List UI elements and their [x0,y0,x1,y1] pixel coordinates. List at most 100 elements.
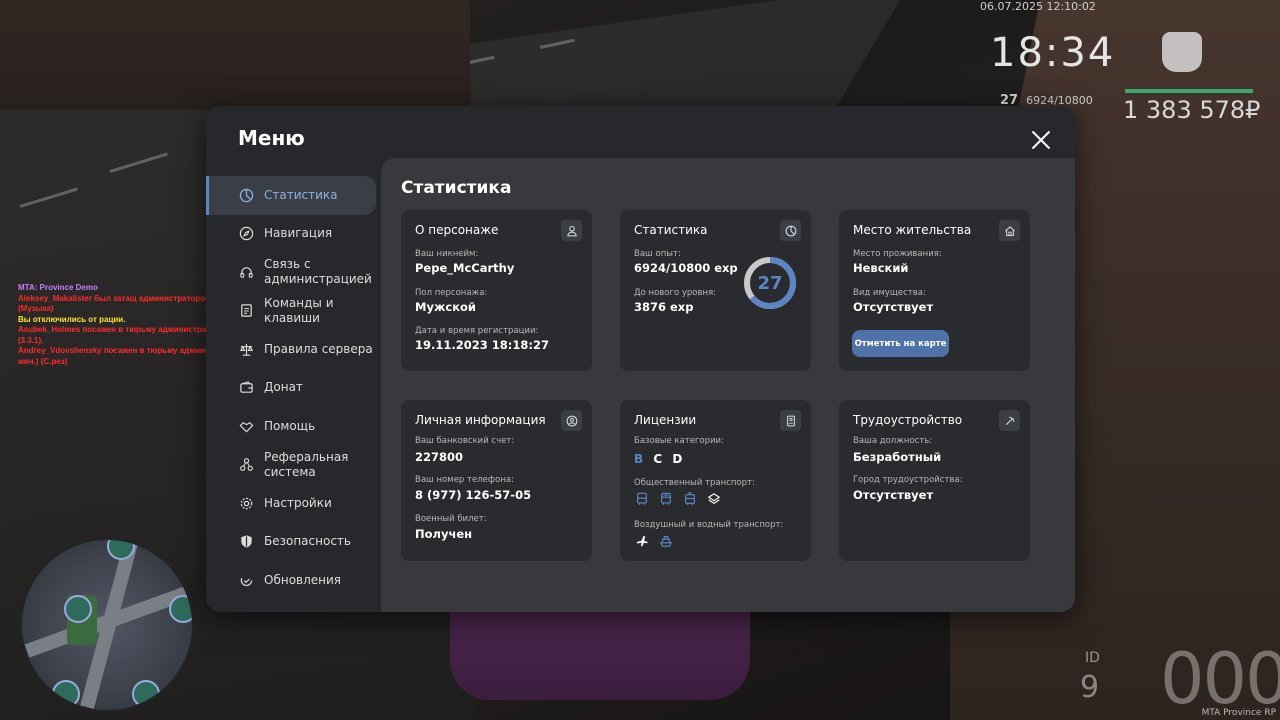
field-label: До нового уровня: [634,288,717,298]
card-character: О персонаже Ваш никнейм: Pepe_McCarthy П… [401,210,592,371]
close-icon[interactable] [1027,126,1055,154]
boat-icon [658,533,673,548]
sidebar-item-label: Помощь [264,418,316,433]
handshake-icon [238,418,254,434]
field-label: Общественный транспорт: [634,478,755,488]
field-label: Военный билет: [415,514,487,524]
field-label: Базовые категории: [634,436,724,446]
user-icon [561,220,582,241]
registration-value: 19.11.2023 18:18:27 [415,338,549,352]
gear-icon [238,495,254,511]
nickname-value: Pepe_McCarthy [415,261,515,275]
referral-icon [238,457,254,473]
job-position-value: Безработный [853,450,942,464]
sidebar-item-help[interactable]: Помощь [206,407,376,446]
taxi-icon [706,491,721,506]
chart-pie-icon [238,187,254,203]
field-label: Вид имущества: [853,288,926,298]
license-category-d: D [672,452,683,466]
chart-pie-icon [780,220,801,241]
card-stats: Статистика Ваш опыт: 6924/10800 exp До н… [620,210,811,371]
field-label: Дата и время регистрации: [415,326,539,336]
license-categories: B C D [634,452,688,466]
sidebar-item-label: Команды и клавиши [264,295,334,325]
refresh-check-icon [238,572,254,588]
hud-fuel: 9 [1080,670,1100,705]
card-title: О персонаже [415,223,499,237]
sidebar-item-label: Реферальная система [264,449,349,479]
bank-account-value: 227800 [415,450,464,464]
sidebar-item-label: Безопасность [264,534,351,549]
bank-icon [52,680,80,708]
card-title: Статистика [634,223,708,237]
lock-icon [169,595,192,623]
phone-value: 8 (977) 126-57-05 [415,488,532,502]
tram-icon [682,491,697,506]
military-id-value: Получен [415,527,473,541]
sidebar-item-label: Обновления [264,572,342,587]
card-title: Личная информация [415,413,546,427]
hud-money: 1 383 578₽ [1123,96,1261,124]
document-icon [238,303,254,319]
sidebar-item-settings[interactable]: Настройки [206,484,376,523]
job-city-value: Отсутствует [853,488,934,502]
field-label: Ваш никнейм: [415,249,479,259]
plane-icon [634,533,649,548]
sidebar-item-label: Статистика [264,187,338,202]
shield-icon [238,534,254,550]
field-label: Ваш номер телефона: [415,475,514,485]
section-title: Статистика [401,178,512,198]
hud-id: ID [1085,650,1100,666]
wallet-icon [238,380,254,396]
bus-icon [634,491,649,506]
sidebar-item-label: Связь с администрацией [264,257,372,287]
bus-icon [658,491,673,506]
card-title: Трудоустройство [853,413,963,427]
sidebar-item-label: Навигация [264,226,333,241]
modal-title: Меню [238,126,305,150]
watermark: MTA Province RP [1201,708,1276,718]
field-label: Ваш банковский счет: [415,436,515,446]
sidebar-item-label: Настройки [264,495,332,510]
sidebar-item-label: Донат [264,380,303,395]
sidebar-item-security[interactable]: Безопасность [206,523,376,562]
menu-modal: Меню Статистика Навигация Связь с админи… [206,106,1075,612]
sidebar-item-rules[interactable]: Правила сервера [206,330,376,369]
home-icon [999,220,1020,241]
headset-icon [238,264,254,280]
compass-icon [238,226,254,242]
sidebar-item-referral[interactable]: Реферальная система [206,446,376,485]
next-level-value: 3876 exp [634,300,694,314]
exp-value: 6924/10800 exp [634,261,738,275]
sidebar: Статистика Навигация Связь с администрац… [206,176,376,600]
license-category-b: B [634,452,644,466]
field-label: Место проживания: [853,249,942,259]
scales-icon [238,341,254,357]
residence-value: Невский [853,261,909,275]
air-water-transport-icons [634,533,673,548]
id-circle-icon [561,410,582,431]
property-value: Отсутствует [853,300,934,314]
card-employment: Трудоустройство Ваша должность: Безработ… [839,400,1030,561]
field-label: Город трудоустройства: [853,475,963,485]
level-number: 27 [757,272,783,294]
sidebar-item-commands[interactable]: Команды и клавиши [206,292,376,331]
public-transport-icons [634,491,721,506]
sidebar-item-label: Правила сервера [264,341,373,356]
card-title: Лицензии [634,413,697,427]
card-title: Место жительства [853,223,972,237]
car-service-icon [132,680,160,708]
minimap [20,538,194,712]
content-panel: Статистика О персонаже Ваш никнейм: Pepe… [381,158,1075,612]
mark-on-map-button[interactable]: Отметить на карте [852,330,949,357]
hud-date: 06.07.2025 12:10:02 [980,0,1096,13]
sidebar-item-stats[interactable]: Статистика [206,176,376,215]
sidebar-item-donate[interactable]: Донат [206,369,376,408]
field-label: Воздушный и водный транспорт: [634,520,784,530]
house-icon [64,595,92,623]
sidebar-item-navigation[interactable]: Навигация [206,215,376,254]
sidebar-item-updates[interactable]: Обновления [206,561,376,600]
sidebar-item-contact-admin[interactable]: Связь с администрацией [206,253,376,292]
field-label: Ваша должность: [853,436,933,446]
card-residence: Место жительства Место проживания: Невск… [839,210,1030,371]
